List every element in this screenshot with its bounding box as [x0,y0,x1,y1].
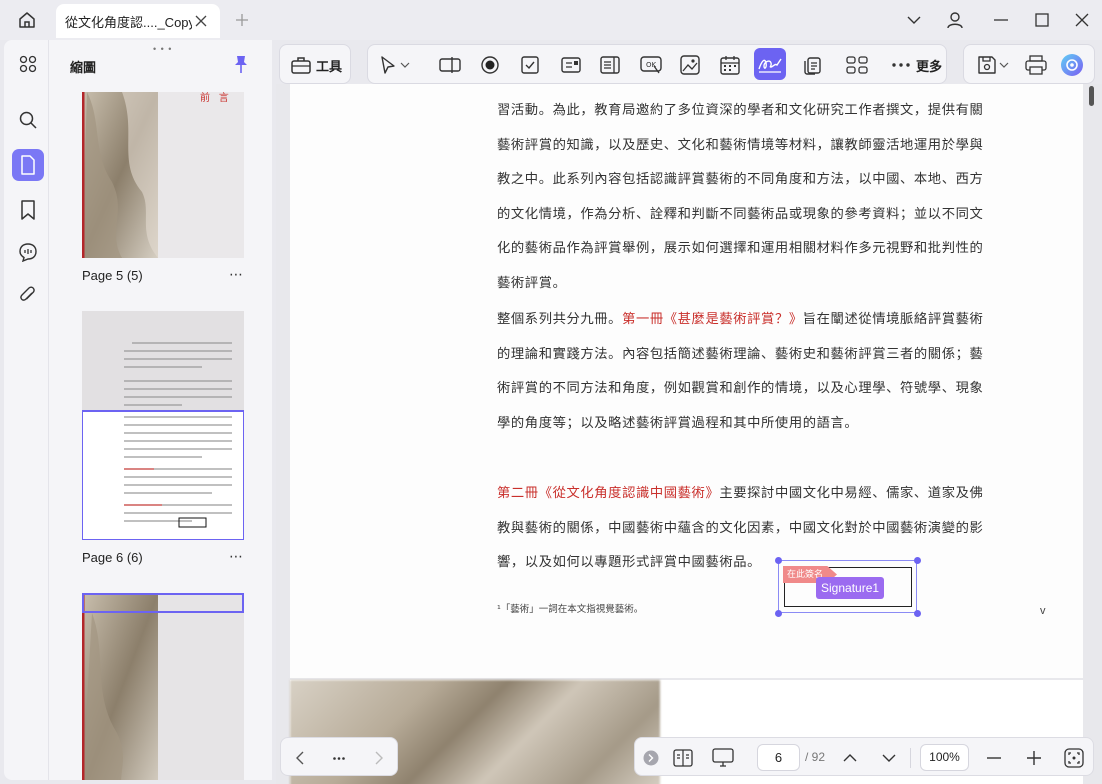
pin-icon[interactable] [232,54,250,74]
edit-toolbar: OK 更多 [367,44,947,84]
page-6-label: Page 6 (6) [82,550,143,565]
vertical-scrollbar[interactable] [1089,86,1094,106]
comment-icon[interactable] [12,236,44,268]
page-number-mark: v [1040,605,1046,617]
divider [910,748,911,768]
footnote: ¹「藝術」一詞在本文指視覺藝術。 [497,604,644,615]
tab-title: 從文化角度認...._Copy* [65,14,192,30]
close-tab-icon[interactable] [192,12,210,30]
maximize-icon[interactable] [1029,8,1055,32]
panel-grip[interactable]: • • • [153,44,172,54]
page-5-artwork [82,92,244,258]
paragraph-volume-two: 第二冊《從文化角度認識中國藝術》主要探討中國文化中易經、儒家、道家及佛教與藝術的… [497,477,997,581]
page-5-more-button[interactable]: ⋯ [229,266,244,283]
thumbnail-page-5[interactable]: 前 言 [82,92,244,258]
page-6-preview [82,342,244,540]
button-field-icon[interactable]: OK [639,53,663,77]
collapse-toggle-icon[interactable] [640,747,662,769]
close-window-icon[interactable] [1069,8,1095,32]
paragraph-volume-one: 整個系列共分九冊。第一冊《甚麼是藝術評賞？》旨在闡述從情境脈絡評賞藝術的理論和實… [497,303,997,441]
previous-icon[interactable] [289,747,311,769]
save-dropdown-icon[interactable] [997,53,1011,77]
zoom-in-icon[interactable] [1023,747,1045,769]
home-icon[interactable] [14,8,40,32]
page-total: / 92 [805,750,826,764]
page-7-artwork [82,593,244,780]
chevron-down-icon[interactable] [901,8,927,32]
pdf-page-6: 評 技 習活動。為此，教育局邀約了多位資深的學者和文化研究工作者撰文，提供有關藝… [290,84,1083,678]
page-layout-icon[interactable] [672,747,694,769]
new-tab-icon[interactable] [232,10,252,30]
resize-handle[interactable] [914,557,921,564]
thumbnail-panel: • • • 縮圖 前 言 Page 5 (5) ⋯ Page 6 (6) ⋯ [48,40,272,780]
presentation-icon[interactable] [712,747,734,769]
page-6-more-button[interactable]: ⋯ [229,548,244,565]
more-fields-grid-icon[interactable] [845,53,869,77]
page-down-icon[interactable] [878,747,900,769]
left-icon-rail [4,40,48,780]
radio-button-icon[interactable] [478,53,502,77]
thumbnail-page-7[interactable] [82,593,244,780]
fit-page-icon[interactable] [1063,747,1085,769]
header-fragment: 評 技 [946,84,976,86]
list-box-icon[interactable] [598,53,622,77]
volume-two-title: 第二冊《從文化角度認識中國藝術》 [497,486,720,501]
date-field-icon[interactable] [718,53,742,77]
resize-handle[interactable] [775,610,782,617]
more-dots-icon[interactable] [889,53,913,77]
zoom-level-input[interactable]: 100% [920,744,969,771]
page-5-label: Page 5 (5) [82,268,143,283]
tools-label[interactable]: 工具 [316,56,342,75]
tools-group: 工具 [279,44,351,84]
page-nav-left [280,737,398,776]
volume-one-title: 第一冊《甚麼是藝術評賞？》 [622,312,803,327]
combo-box-icon[interactable] [559,53,583,77]
attachment-icon[interactable] [12,280,44,312]
more-dots-icon[interactable] [328,747,350,769]
thumbnail-page-6[interactable] [82,311,244,540]
current-page-input[interactable]: 6 [757,744,800,771]
page-5-heading: 前 言 [200,93,232,104]
account-icon[interactable] [942,8,968,32]
volume-one-intro: 整個系列共分九冊。 [497,312,623,327]
toolbox-icon[interactable] [289,53,313,77]
minimize-icon[interactable] [988,8,1014,32]
checkbox-icon[interactable] [518,53,542,77]
panel-title: 縮圖 [70,60,97,75]
document-tab[interactable]: 從文化角度認...._Copy* [56,4,220,38]
save-icon[interactable] [975,53,999,77]
document-view: 評 技 習活動。為此，教育局邀約了多位資深的學者和文化研究工作者撰文，提供有關藝… [276,84,1102,784]
ai-assistant-icon[interactable] [1060,53,1084,77]
volume-one-desc: 旨在闡述從情境脈絡評賞藝術的理論和實踐方法。內容包括簡述藝術理論、藝術史和藝術評… [497,312,984,431]
signature-field-icon[interactable] [754,48,786,80]
page-up-icon[interactable] [839,747,861,769]
apps-grid-icon[interactable] [12,48,44,80]
zoom-out-icon[interactable] [983,747,1005,769]
thumbnails-icon[interactable] [12,149,44,181]
select-cursor-icon[interactable] [376,53,400,77]
duplicate-field-icon[interactable] [800,53,824,77]
text-box-icon[interactable] [438,53,462,77]
search-icon[interactable] [12,104,44,136]
bookmark-icon[interactable] [12,194,44,226]
print-icon[interactable] [1024,53,1048,77]
page-controls: 6 / 92 100% [634,737,1094,776]
next-icon[interactable] [368,747,390,769]
paragraph-intro: 習活動。為此，教育局邀約了多位資深的學者和文化研究工作者撰文，提供有關藝術評賞的… [497,103,984,291]
image-field-icon[interactable] [678,53,702,77]
more-label[interactable]: 更多 [916,56,942,75]
resize-handle[interactable] [914,610,921,617]
file-toolbar [963,44,1095,84]
signature-name-tag: Signature1 [816,577,885,599]
title-bar: 從文化角度認...._Copy* [0,0,1102,40]
resize-handle[interactable] [775,557,782,564]
select-dropdown-icon[interactable] [398,53,412,77]
